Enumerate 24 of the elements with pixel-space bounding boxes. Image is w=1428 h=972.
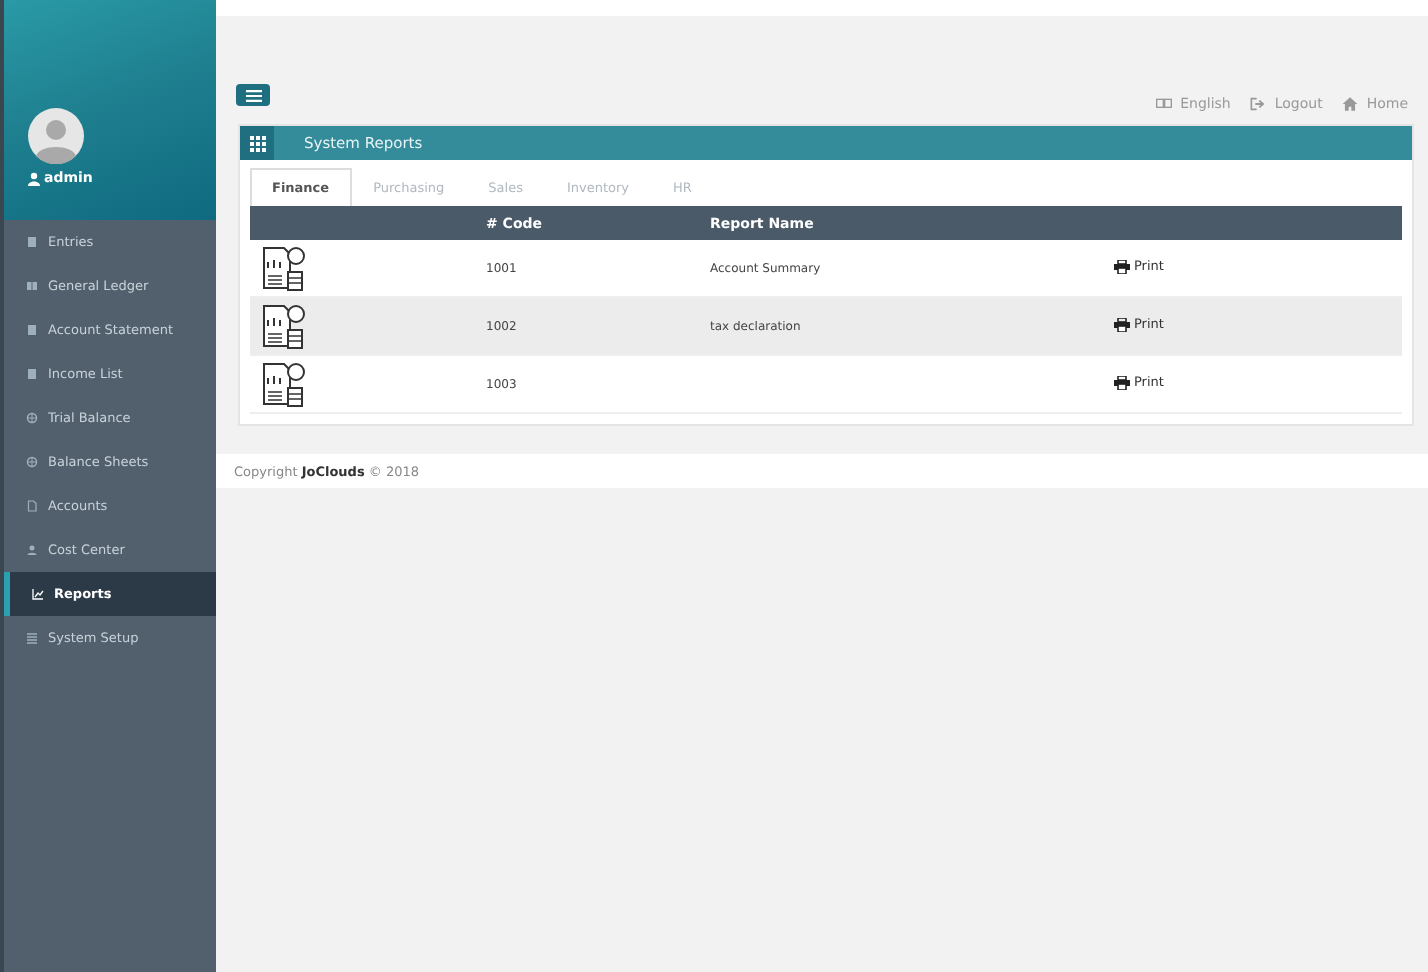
- document-icon: [26, 324, 38, 336]
- document-icon: [26, 368, 38, 380]
- menu-icon: [245, 89, 261, 101]
- report-icon: [260, 302, 308, 350]
- report-icon: [260, 244, 308, 292]
- home-icon: [1342, 96, 1359, 112]
- file-icon: [26, 500, 38, 512]
- grid-icon: [249, 135, 265, 151]
- logout-icon: [1250, 96, 1267, 112]
- report-icon: [260, 360, 308, 408]
- avatar: [28, 108, 84, 164]
- person-icon: [26, 544, 38, 556]
- language-icon: [1156, 96, 1173, 112]
- printer-icon: [1114, 317, 1130, 332]
- chart-icon: [32, 588, 44, 600]
- globe-icon: [26, 412, 38, 424]
- printer-icon: [1114, 375, 1130, 390]
- printer-icon: [1114, 259, 1130, 274]
- list-icon: [26, 632, 38, 644]
- document-icon: [26, 236, 38, 248]
- user-icon: [28, 171, 40, 185]
- globe-icon: [26, 456, 38, 468]
- menu-button[interactable]: [236, 84, 270, 106]
- book-icon: [26, 280, 38, 292]
